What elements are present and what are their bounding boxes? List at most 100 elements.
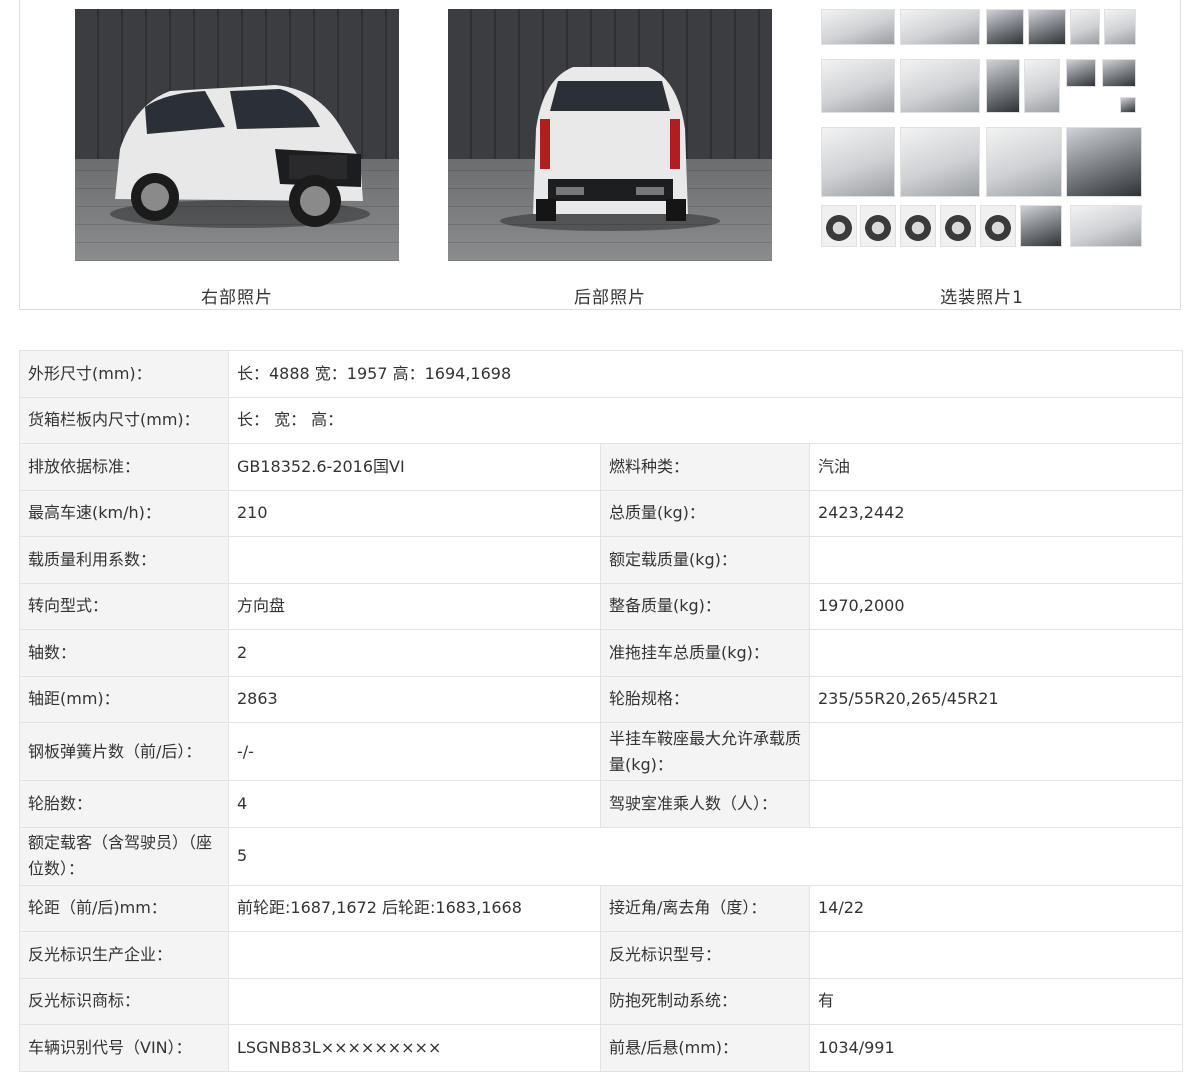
rear-photo-image [448,9,772,261]
spec-value [228,536,601,584]
suv-rear-illustration [500,67,720,231]
spec-row: 货箱栏板内尺寸(mm)： 长： 宽： 高： [19,396,1183,444]
option-thumb [986,59,1020,113]
spec-value: 2863 [228,675,601,723]
spec-value: 长： 宽： 高： [228,396,1183,444]
spec-label: 前悬/后悬(mm)： [600,1024,810,1072]
option-thumb [821,9,895,45]
spec-row: 外形尺寸(mm)： 长：4888 宽：1957 高：1694,1698 [19,350,1183,398]
option-thumb [986,9,1024,45]
photo-rear[interactable]: 后部照片 [448,9,772,308]
spec-row: 钢板弹簧片数（前/后）： -/- 半挂车鞍座最大允许承载质量(kg)： [19,722,1183,781]
option-thumb [1066,59,1096,87]
right-photo-image [75,9,399,261]
spec-value [228,931,601,979]
spec-value: 长：4888 宽：1957 高：1694,1698 [228,350,1183,398]
rear-photo-caption: 后部照片 [574,288,646,308]
spec-value: -/- [228,722,601,781]
spec-value: 2423,2442 [809,489,1183,537]
spec-row: 反光标识商标： 防抱死制动系统： 有 [19,977,1183,1025]
option-thumb [1070,9,1100,45]
spec-value [809,931,1183,979]
option-thumb [1066,127,1142,197]
spec-label: 轮胎规格： [600,675,810,723]
photo-option-1[interactable]: 选装照片1 [820,9,1144,308]
spec-row: 轴距(mm)： 2863 轮胎规格： 235/55R20,265/45R21 [19,675,1183,723]
spec-value: 前轮距:1687,1672 后轮距:1683,1668 [228,884,601,932]
spec-value [809,780,1183,828]
spec-label: 防抱死制动系统： [600,977,810,1025]
spec-row: 轮距（前/后)mm： 前轮距:1687,1672 后轮距:1683,1668 接… [19,884,1183,932]
spec-label: 外形尺寸(mm)： [19,350,229,398]
spec-row: 车辆识别代号（VIN）： LSGNB83L××××××××× 前悬/后悬(mm)… [19,1024,1183,1072]
spec-value: 14/22 [809,884,1183,932]
spec-label: 轮距（前/后)mm： [19,884,229,932]
spec-label: 轮胎数： [19,780,229,828]
spec-row: 排放依据标准： GB18352.6-2016国VI 燃料种类： 汽油 [19,443,1183,491]
option-photo-caption: 选装照片1 [940,288,1024,308]
option-thumb [1020,205,1062,247]
spec-label: 反光标识生产企业： [19,931,229,979]
spec-row: 轴数： 2 准拖挂车总质量(kg)： [19,629,1183,677]
spec-row: 载质量利用系数： 额定载质量(kg)： [19,536,1183,584]
spec-row: 转向型式： 方向盘 整备质量(kg)： 1970,2000 [19,582,1183,630]
spec-label: 总质量(kg)： [600,489,810,537]
spec-label: 最高车速(km/h)： [19,489,229,537]
option-thumb [821,59,895,113]
spec-label: 转向型式： [19,582,229,630]
suv-front-right-illustration [110,85,370,228]
photo-right[interactable]: 右部照片 [75,9,399,308]
spec-label: 轴数： [19,629,229,677]
option-thumb [1028,9,1066,45]
option-thumb [900,9,980,45]
option-thumb [900,127,980,197]
spec-value: LSGNB83L××××××××× [228,1024,601,1072]
spec-value: 有 [809,977,1183,1025]
option-thumb [1120,97,1136,113]
option-thumb [821,127,895,197]
spec-value: 2 [228,629,601,677]
option-thumbnail-grid [820,9,1144,261]
spec-label: 准拖挂车总质量(kg)： [600,629,810,677]
spec-value: GB18352.6-2016国VI [228,443,601,491]
spec-row: 最高车速(km/h)： 210 总质量(kg)： 2423,2442 [19,489,1183,537]
spec-label: 接近角/离去角（度）： [600,884,810,932]
option-thumb [980,205,1016,247]
option-thumb [1104,9,1136,45]
option-thumb [900,205,936,247]
spec-label: 驾驶室准乘人数（人）： [600,780,810,828]
spec-row: 反光标识生产企业： 反光标识型号： [19,931,1183,979]
spec-value: 235/55R20,265/45R21 [809,675,1183,723]
vehicle-spec-table: 外形尺寸(mm)： 长：4888 宽：1957 高：1694,1698 货箱栏板… [19,350,1183,1072]
option-thumb [940,205,976,247]
spec-label: 燃料种类： [600,443,810,491]
spec-label: 车辆识别代号（VIN）： [19,1024,229,1072]
spec-value [809,722,1183,781]
spec-label: 额定载客（含驾驶员）（座位数）： [19,826,229,886]
option-photo-image [820,9,1144,261]
option-thumb [1070,205,1142,247]
spec-label: 半挂车鞍座最大允许承载质量(kg)： [600,722,810,781]
spec-value [228,977,601,1025]
spec-value: 1034/991 [809,1024,1183,1072]
spec-value [809,536,1183,584]
spec-label: 货箱栏板内尺寸(mm)： [19,396,229,444]
spec-label: 反光标识商标： [19,977,229,1025]
spec-label: 轴距(mm)： [19,675,229,723]
spec-label: 整备质量(kg)： [600,582,810,630]
spec-row: 额定载客（含驾驶员）（座位数）： 5 [19,826,1183,886]
spec-row: 轮胎数： 4 驾驶室准乘人数（人）： [19,780,1183,828]
spec-value: 4 [228,780,601,828]
option-thumb [986,127,1062,197]
spec-value [809,629,1183,677]
photo-panel: 右部照片 后部照片 选装照片1 [19,0,1181,310]
option-thumb [900,59,980,113]
spec-label: 载质量利用系数： [19,536,229,584]
spec-value: 210 [228,489,601,537]
spec-value: 汽油 [809,443,1183,491]
right-photo-caption: 右部照片 [201,288,273,308]
option-thumb [1102,59,1136,87]
option-thumb [821,205,857,247]
spec-label: 额定载质量(kg)： [600,536,810,584]
option-thumb [1024,59,1060,113]
